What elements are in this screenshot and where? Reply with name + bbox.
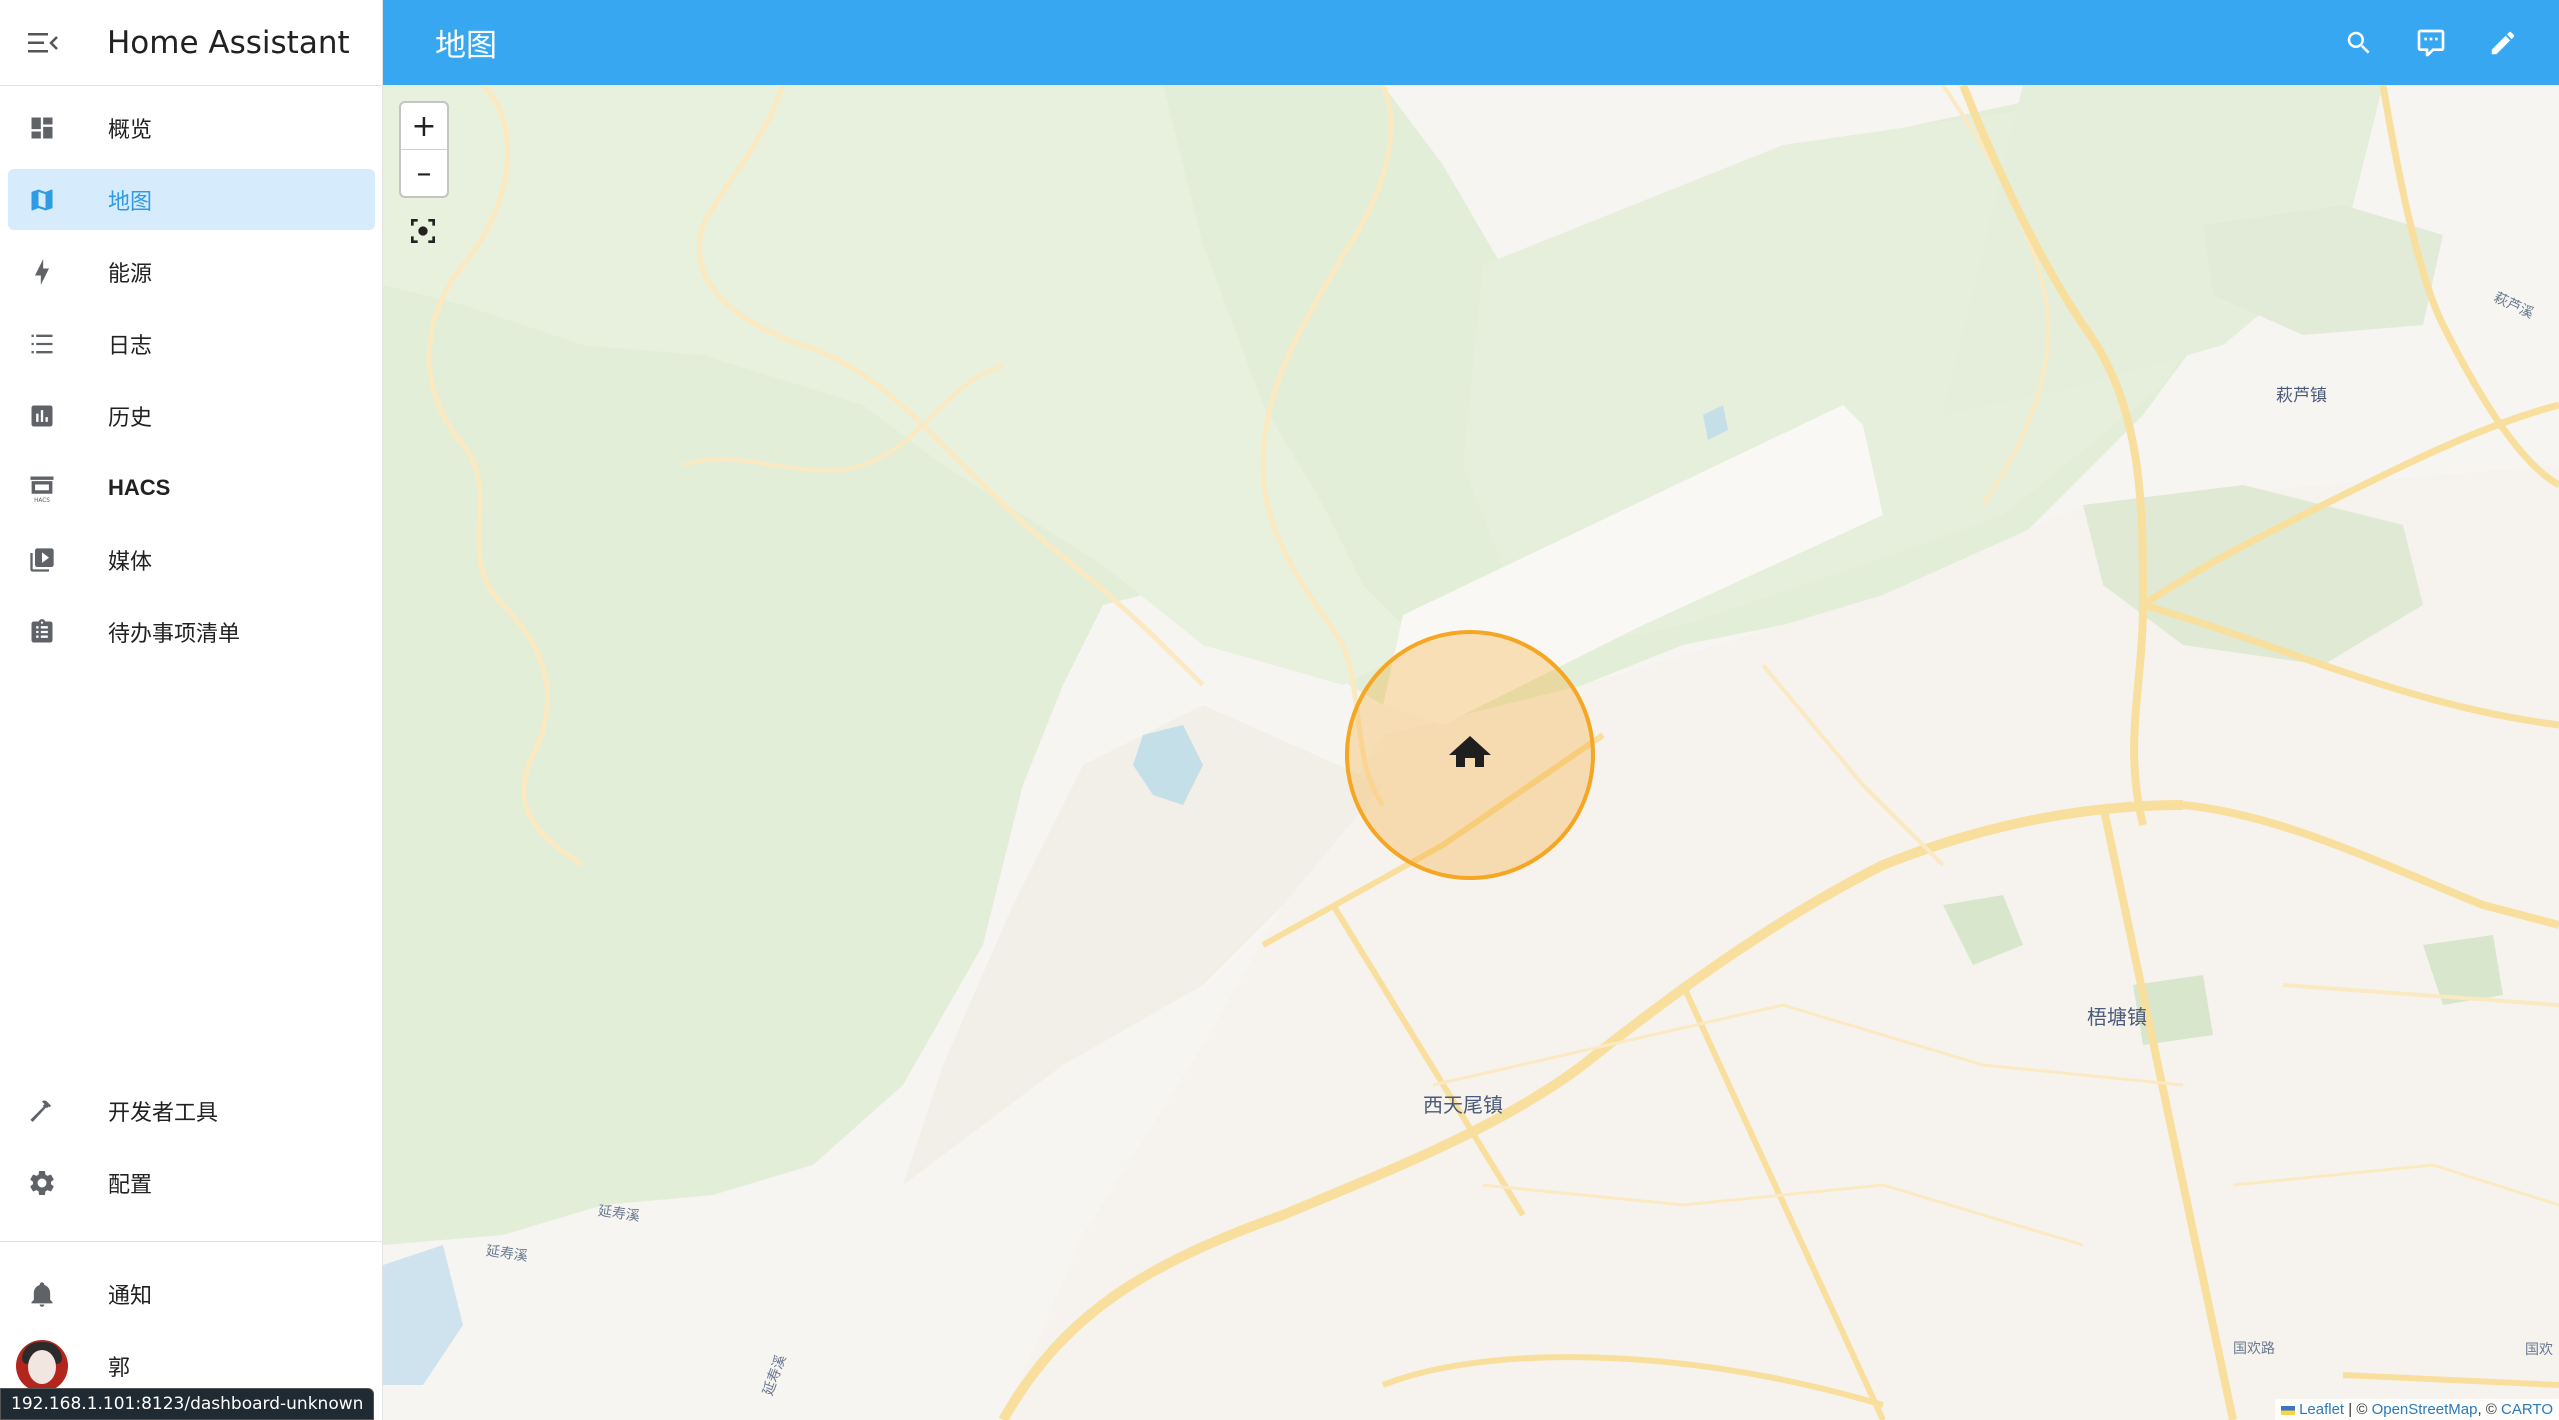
menu-collapse-button[interactable] (0, 0, 85, 85)
search-icon (2347, 31, 2370, 54)
place-label: 梧塘镇 (2087, 1005, 2147, 1029)
dashboard-icon (31, 117, 53, 138)
osm-link[interactable]: OpenStreetMap (2372, 1401, 2478, 1418)
list-icon (31, 334, 53, 353)
sidebar-item-user-profile[interactable]: 郭 (8, 1335, 375, 1396)
page-title: 地图 (435, 28, 497, 64)
sidebar-item-label: 通知 (108, 1283, 153, 1309)
menu-collapse-icon (27, 32, 58, 52)
place-label: 西天尾镇 (1423, 1093, 1503, 1117)
sidebar-item-hacs[interactable]: HACS HACS (8, 457, 375, 518)
sidebar-item-label: 待办事项清单 (108, 621, 241, 647)
zoom-out-button[interactable]: – (401, 150, 447, 196)
sidebar-item-label: 日志 (108, 333, 153, 359)
lightning-bolt-icon (35, 258, 49, 285)
attribution-separator: | © (2344, 1401, 2372, 1418)
map-tiles (383, 85, 2559, 1420)
hammer-icon (30, 1100, 52, 1122)
sidebar-item-label: 能源 (108, 261, 153, 287)
clipboard-list-icon (31, 618, 53, 642)
sidebar-item-overview[interactable]: 概览 (8, 97, 375, 158)
gear-icon (30, 1170, 54, 1195)
top-app-bar: 地图 (383, 0, 2559, 85)
map-view[interactable]: + – 西天尾镇 梧塘镇 萩芦镇 延寿溪 延寿溪 延寿溪 萩芦溪 国欢路 国欢 … (383, 85, 2559, 1420)
sidebar-item-todo[interactable]: 待办事项清单 (8, 601, 375, 662)
sidebar: Home Assistant 概览 地图 能源 日志 历史 HACS HACS … (0, 0, 383, 1420)
sidebar-divider (0, 1241, 383, 1242)
sidebar-item-label: 开发者工具 (108, 1100, 219, 1126)
sidebar-item-developer-tools[interactable]: 开发者工具 (8, 1080, 375, 1141)
zoom-in-button[interactable]: + (401, 103, 447, 149)
leaflet-link[interactable]: Leaflet (2299, 1401, 2344, 1418)
zoom-control: + – (399, 101, 449, 198)
hacs-store-icon: HACS (30, 475, 54, 503)
chart-bar-icon (31, 405, 53, 426)
map-attribution: Leaflet | © OpenStreetMap, © CARTO (2274, 1399, 2559, 1420)
sidebar-item-notifications[interactable]: 通知 (8, 1263, 375, 1324)
sidebar-item-label: 概览 (108, 117, 153, 143)
sidebar-item-label: 历史 (108, 405, 153, 431)
sidebar-item-map[interactable]: 地图 (8, 169, 375, 230)
road-label: 国欢路 (2233, 1341, 2275, 1357)
sidebar-item-label: 媒体 (108, 549, 153, 575)
sidebar-header: Home Assistant (0, 0, 382, 86)
media-library-icon (30, 547, 54, 572)
carto-link[interactable]: CARTO (2501, 1401, 2553, 1418)
sidebar-item-energy[interactable]: 能源 (8, 241, 375, 302)
browser-status-url: 192.168.1.101:8123/dashboard-unknown (0, 1388, 375, 1420)
road-label: 国欢 (2525, 1342, 2553, 1358)
sidebar-item-settings[interactable]: 配置 (8, 1152, 375, 1213)
sidebar-item-label: 地图 (108, 189, 153, 215)
search-button[interactable] (2323, 7, 2395, 79)
sidebar-item-label: HACS (108, 474, 171, 500)
recenter-map-button[interactable] (407, 215, 439, 247)
user-name: 郭 (108, 1355, 131, 1381)
sidebar-item-label: 配置 (108, 1172, 153, 1198)
avatar (16, 1339, 68, 1392)
sidebar-item-media[interactable]: 媒体 (8, 529, 375, 590)
map-icon (31, 189, 53, 210)
place-label: 萩芦镇 (2276, 386, 2327, 406)
edit-dashboard-button[interactable] (2467, 7, 2539, 79)
assist-button[interactable] (2395, 7, 2467, 79)
ukraine-flag-icon (2280, 1405, 2295, 1415)
bell-icon (31, 1281, 53, 1307)
attribution-separator: , © (2477, 1401, 2502, 1418)
sidebar-item-logbook[interactable]: 日志 (8, 313, 375, 374)
pencil-edit-icon (2491, 31, 2515, 54)
app-title: Home Assistant (107, 24, 350, 61)
assist-chat-icon (2417, 29, 2445, 56)
svg-text:HACS: HACS (34, 497, 50, 502)
sidebar-item-history[interactable]: 历史 (8, 385, 375, 446)
